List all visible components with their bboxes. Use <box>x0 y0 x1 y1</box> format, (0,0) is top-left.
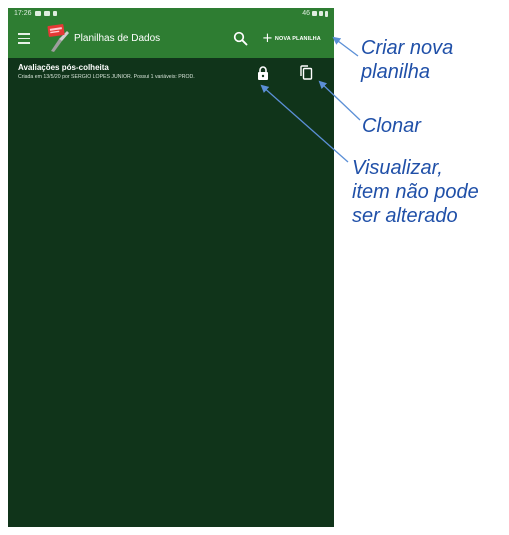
notification-icon <box>34 11 41 16</box>
annotation-view-line3: ser alterado <box>352 205 458 227</box>
status-right: 46 <box>302 8 328 19</box>
arrow-create <box>332 36 359 57</box>
page-title: Planilhas de Dados <box>74 33 161 44</box>
battery-icon <box>325 10 328 17</box>
status-time: 17:26 <box>14 10 32 17</box>
new-sheet-button[interactable]: + NOVA PLANILHA <box>262 19 321 58</box>
signal-icon <box>319 11 323 16</box>
search-icon[interactable] <box>233 31 248 46</box>
sheet-subtitle: Criada em 13/5/20 por SERGIO LOPES JUNIO… <box>18 74 195 80</box>
status-left: 17:26 <box>14 8 57 19</box>
status-bar: 17:26 46 <box>8 8 334 19</box>
app-screen: 17:26 46 Planilhas de Dados + NOVA PLANI… <box>8 8 334 527</box>
mail-icon <box>43 11 50 16</box>
annotation-view-line2: item não pode <box>352 181 479 203</box>
signal-text: 46 <box>302 10 310 17</box>
sheet-list-item[interactable]: Avaliações pós-colheita Criada em 13/5/2… <box>8 58 334 98</box>
lock-icon[interactable] <box>257 66 269 80</box>
new-sheet-label: NOVA PLANILHA <box>274 35 321 42</box>
sheet-title: Avaliações pós-colheita <box>18 63 109 72</box>
annotation-create: Criar nova planilha <box>361 36 453 84</box>
app-logo <box>47 24 69 52</box>
page: 17:26 46 Planilhas de Dados + NOVA PLANI… <box>0 0 509 535</box>
annotation-view-line1: Visualizar, <box>352 157 443 179</box>
media-icon <box>52 11 57 16</box>
menu-icon[interactable] <box>18 33 30 44</box>
annotation-create-line2: planilha <box>361 61 430 83</box>
annotation-clone: Clonar <box>362 115 421 137</box>
annotation-view: Visualizar, item não pode ser alterado <box>352 156 479 228</box>
plus-icon: + <box>262 31 273 46</box>
copy-icon[interactable] <box>299 65 313 80</box>
annotation-create-line1: Criar nova <box>361 37 454 59</box>
app-toolbar: Planilhas de Dados + NOVA PLANILHA <box>8 19 334 58</box>
wifi-icon <box>312 11 317 16</box>
